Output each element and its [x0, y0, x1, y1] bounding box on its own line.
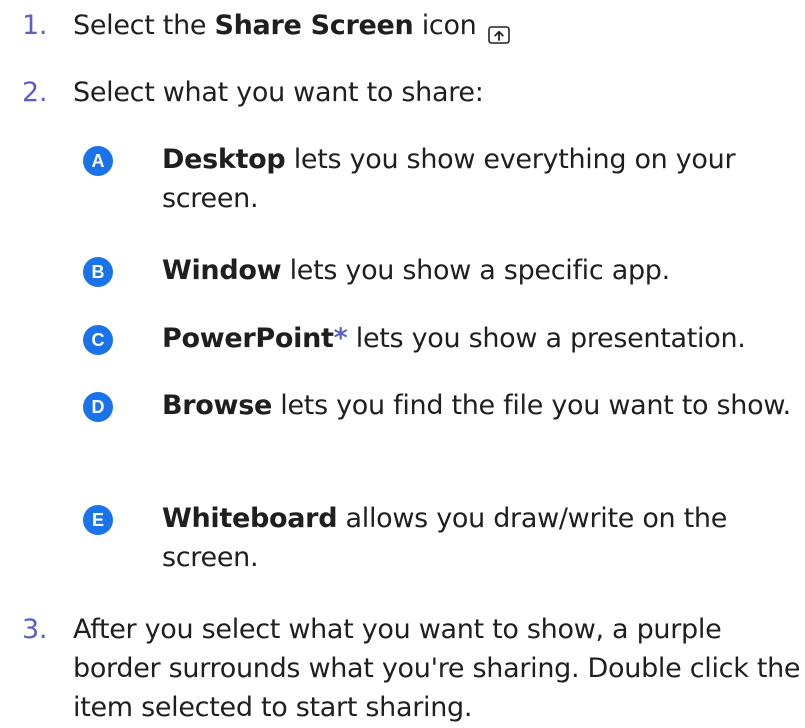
option-desc: lets you find the file you want to show.: [271, 390, 791, 421]
option-badge: B: [83, 257, 113, 287]
step-text-pre: Select the: [73, 10, 215, 41]
option-desc: lets you show a presentation.: [347, 323, 746, 354]
step-text-bold: Share Screen: [214, 10, 414, 41]
option-title: Browse: [162, 390, 272, 421]
option-text: PowerPoint* lets you show a presentation…: [162, 319, 805, 358]
step-number: 1.: [22, 10, 48, 41]
option-desc: lets you show a specific app.: [281, 255, 671, 286]
step-text: Select the Share Screen icon: [73, 6, 511, 45]
option-text: Desktop lets you show everything on your…: [162, 140, 802, 218]
option-badge: E: [83, 505, 113, 535]
share-screen-icon: [488, 16, 511, 44]
option-title: Window: [162, 255, 282, 286]
option-text: Window lets you show a specific app.: [162, 251, 802, 290]
step-number: 3.: [22, 614, 48, 645]
option-badge: A: [83, 146, 113, 176]
option-badge: C: [83, 325, 113, 355]
step-text-post: icon: [413, 10, 477, 41]
option-badge: D: [83, 392, 113, 422]
option-title: Desktop: [162, 144, 286, 175]
step-text: After you select what you want to show, …: [73, 614, 801, 723]
option-asterisk: *: [333, 323, 348, 354]
option-text: Browse lets you find the file you want t…: [162, 386, 802, 425]
step-number: 2.: [22, 77, 48, 108]
option-text: Whiteboard allows you draw/write on the …: [162, 499, 802, 577]
step-text: Select what you want to share:: [73, 77, 484, 108]
option-title: Whiteboard: [162, 503, 338, 534]
option-title: PowerPoint: [162, 323, 334, 354]
